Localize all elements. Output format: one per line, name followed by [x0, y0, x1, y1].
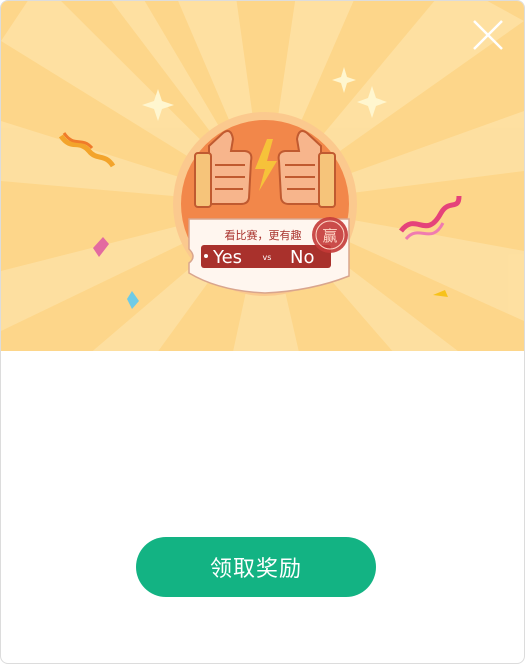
- claim-reward-button[interactable]: 领取奖励: [136, 537, 376, 597]
- win-stamp-label: 赢: [322, 227, 337, 245]
- ticket-tagline: 看比赛，更有趣: [225, 228, 302, 242]
- ticket-yes-label: Yes: [212, 247, 242, 268]
- win-stamp: 赢: [312, 217, 348, 253]
- ticket-vs-label: vs: [263, 253, 272, 262]
- reward-dialog: 看比赛，更有趣 Yes vs No 赢 领取奖励: [0, 0, 525, 664]
- banner-illustration: 看比赛，更有趣 Yes vs No 赢: [1, 1, 524, 351]
- emblem: 看比赛，更有趣 Yes vs No 赢: [173, 112, 357, 296]
- close-button[interactable]: [470, 17, 506, 53]
- close-icon: [473, 20, 503, 50]
- reward-banner: 看比赛，更有趣 Yes vs No 赢: [1, 1, 524, 351]
- ticket-no-label: No: [290, 247, 314, 268]
- match-ticket: 看比赛，更有趣 Yes vs No 赢: [188, 217, 350, 294]
